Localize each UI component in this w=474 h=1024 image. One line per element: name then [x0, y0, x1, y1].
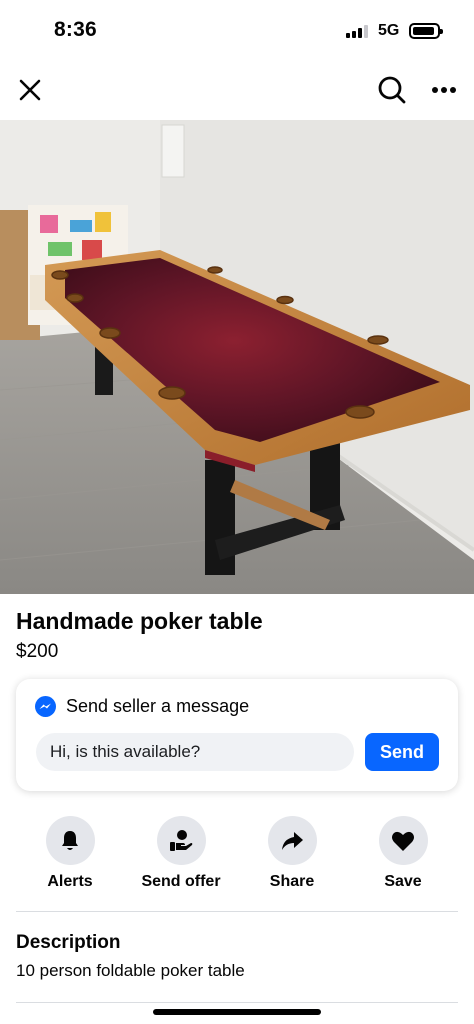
top-nav: [0, 62, 474, 120]
messenger-icon: [35, 696, 56, 717]
send-button[interactable]: Send: [365, 733, 439, 771]
more-icon: [432, 87, 456, 93]
bell-icon: [62, 830, 78, 850]
message-input[interactable]: [36, 733, 354, 771]
description-heading: Description: [16, 932, 121, 953]
divider: [16, 911, 458, 912]
share-icon: [282, 831, 303, 850]
send-offer-button[interactable]: Send offer: [126, 816, 236, 891]
save-button[interactable]: Save: [348, 816, 458, 891]
battery-icon: [409, 23, 443, 39]
description-text: 10 person foldable poker table: [16, 961, 245, 980]
home-indicator: [153, 1009, 321, 1015]
offer-icon: [170, 829, 193, 851]
share-circle: [267, 816, 317, 865]
heart-icon: [392, 831, 414, 851]
save-circle: [378, 816, 428, 865]
close-icon: [19, 79, 41, 101]
close-button[interactable]: [10, 70, 50, 110]
search-button[interactable]: [372, 70, 412, 110]
message-card: Send seller a message Send: [16, 679, 458, 791]
divider: [16, 1002, 458, 1003]
alerts-label: Alerts: [47, 873, 93, 890]
alerts-button[interactable]: Alerts: [15, 816, 125, 891]
message-header: Send seller a message: [35, 696, 249, 717]
share-label: Share: [269, 873, 315, 890]
status-time: 8:36: [54, 18, 97, 41]
message-title: Send seller a message: [66, 696, 250, 716]
search-icon: [378, 76, 406, 104]
send-offer-circle: [156, 816, 206, 865]
share-button[interactable]: Share: [237, 816, 347, 891]
more-options-button[interactable]: [424, 70, 464, 110]
save-label: Save: [384, 873, 422, 890]
action-row: Alerts Send offer Share Save: [0, 816, 474, 896]
status-bar: 8:36 5G: [0, 0, 474, 62]
poker-table-photo: [0, 120, 474, 594]
listing-price: $200: [16, 641, 59, 662]
alerts-circle: [45, 816, 95, 865]
network-label: 5G: [378, 22, 400, 39]
signal-icon: [346, 25, 368, 38]
listing-photo[interactable]: [0, 120, 474, 594]
listing-title: Handmade poker table: [16, 608, 263, 634]
send-offer-label: Send offer: [141, 873, 221, 890]
